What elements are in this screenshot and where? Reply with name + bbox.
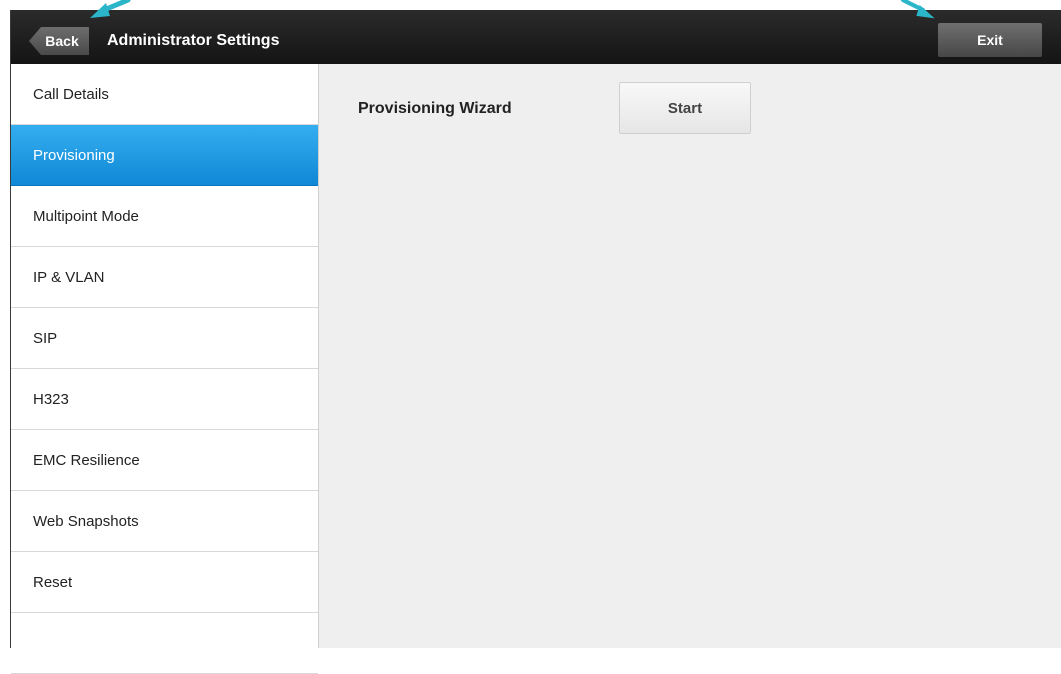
start-wizard-button[interactable]: Start	[619, 82, 751, 134]
exit-button[interactable]: Exit	[938, 23, 1042, 57]
sidebar-item-call-details[interactable]: Call Details	[11, 64, 318, 125]
sidebar-item-label: H323	[33, 390, 69, 408]
sidebar-item-label: Provisioning	[33, 146, 115, 164]
sidebar-item-provisioning[interactable]: Provisioning	[11, 125, 318, 186]
sidebar-item-ip-vlan[interactable]: IP & VLAN	[11, 247, 318, 308]
provisioning-wizard-label: Provisioning Wizard	[358, 100, 512, 117]
sidebar-item-label: Web Snapshots	[33, 512, 139, 530]
settings-sidebar: Call Details Provisioning Multipoint Mod…	[11, 64, 319, 674]
sidebar-item-emc-resilience[interactable]: EMC Resilience	[11, 430, 318, 491]
sidebar-item-empty	[11, 613, 318, 674]
sidebar-item-web-snapshots[interactable]: Web Snapshots	[11, 491, 318, 552]
sidebar-item-label: Call Details	[33, 85, 109, 103]
exit-callout-arrow-icon	[900, 0, 935, 19]
settings-window: Back Administrator Settings Exit Call De…	[10, 10, 1061, 674]
sidebar-item-label: EMC Resilience	[33, 451, 140, 469]
sidebar-item-label: SIP	[33, 329, 58, 347]
sidebar-item-h323[interactable]: H323	[11, 369, 318, 430]
page-title: Administrator Settings	[107, 32, 280, 49]
sidebar-item-label: IP & VLAN	[33, 268, 105, 286]
back-button[interactable]: Back	[29, 27, 89, 55]
sidebar-item-multipoint-mode[interactable]: Multipoint Mode	[11, 186, 318, 247]
sidebar-item-reset[interactable]: Reset	[11, 552, 318, 613]
sidebar-item-sip[interactable]: SIP	[11, 308, 318, 369]
sidebar-item-label: Multipoint Mode	[33, 207, 139, 225]
sidebar-item-label: Reset	[33, 573, 73, 591]
back-callout-arrow-icon	[90, 0, 131, 18]
